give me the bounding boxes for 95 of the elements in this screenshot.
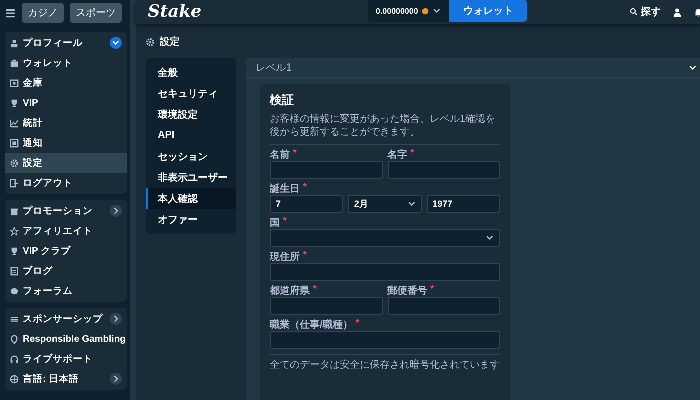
search-button[interactable]: 探す: [630, 5, 661, 19]
search-icon: [630, 8, 638, 16]
menu-item-icon: [10, 334, 19, 344]
card-title: 検証: [270, 92, 295, 109]
sidebar-item[interactable]: 金庫: [5, 73, 127, 93]
required-mark: *: [356, 318, 360, 331]
input-field[interactable]: [270, 161, 382, 179]
page-title: 設定: [160, 35, 180, 49]
settings-menu-item[interactable]: 全般: [146, 62, 236, 83]
input-field[interactable]: 7: [270, 195, 344, 213]
menu-item-icon: [10, 38, 19, 48]
sidebar-item[interactable]: Responsible Gambling: [5, 329, 127, 349]
settings-menu-item[interactable]: セキュリティ: [146, 83, 236, 104]
sidebar-item[interactable]: ライブサポート: [5, 349, 127, 369]
caret-icon: [433, 7, 442, 15]
sidebar-item[interactable]: ウォレット: [5, 53, 127, 73]
sidebar-item[interactable]: スポンサーシップ: [5, 309, 127, 329]
sidebar-item[interactable]: VIP クラブ: [5, 241, 127, 261]
settings-menu-item[interactable]: API: [146, 125, 236, 146]
chevron-icon: [112, 315, 120, 323]
sidebar-item[interactable]: 言語: 日本語: [5, 369, 127, 389]
security-note: 全てのデータは安全に保存され暗号化されています: [270, 358, 500, 372]
required-mark: *: [303, 182, 307, 195]
required-mark: *: [410, 148, 414, 161]
user-icon[interactable]: [673, 8, 682, 16]
field-label: 誕生日: [270, 182, 300, 195]
menu-item-icon: [10, 78, 19, 88]
category-tab[interactable]: カジノ: [22, 3, 64, 23]
sidebar-item[interactable]: 通知: [5, 133, 127, 153]
required-mark: *: [303, 250, 307, 263]
menu-item-icon: [10, 138, 19, 148]
menu-item-icon: [10, 226, 19, 236]
settings-menu-item[interactable]: 本人確認: [146, 188, 236, 209]
sidebar-item[interactable]: アフィリエイト: [5, 221, 127, 241]
field-label: 郵便番号: [388, 284, 428, 297]
required-mark: *: [430, 284, 434, 297]
menu-item-icon: [10, 286, 19, 296]
sidebar-item[interactable]: ブログ: [5, 261, 127, 281]
menu-item-icon: [10, 314, 19, 324]
settings-menu-item[interactable]: オファー: [146, 209, 236, 230]
select-field[interactable]: 2月: [348, 195, 422, 213]
required-mark: *: [293, 148, 297, 161]
sidebar-item[interactable]: 設定: [5, 153, 127, 173]
field-label: 都道府県: [270, 284, 310, 297]
field-label: 職業（仕事/職種）: [270, 318, 353, 331]
expand-toggle[interactable]: [110, 373, 122, 385]
sidebar-item[interactable]: プロモーション: [5, 201, 127, 221]
sidebar-item[interactable]: VIP: [5, 93, 127, 113]
expand-toggle[interactable]: [110, 205, 122, 217]
menu-item-icon: [10, 246, 19, 256]
menu-item-icon: [10, 374, 19, 384]
field-label: 名前: [270, 148, 290, 161]
field-label: 現住所: [270, 250, 300, 263]
settings-menu-item[interactable]: セッション: [146, 146, 236, 167]
menu-icon[interactable]: [5, 8, 16, 18]
input-field[interactable]: [270, 331, 500, 349]
select-field[interactable]: [270, 229, 500, 247]
menu-item-icon: [10, 158, 19, 168]
input-field[interactable]: [388, 297, 500, 315]
sidebar-item[interactable]: プロフィール: [5, 33, 127, 53]
expand-toggle[interactable]: [110, 37, 122, 49]
required-mark: *: [283, 216, 287, 229]
category-tab[interactable]: スポーツ: [70, 3, 122, 23]
logo[interactable]: Stake: [148, 2, 368, 22]
chevron-icon: [112, 375, 120, 383]
menu-item-icon: [10, 354, 19, 364]
field-label: 名字: [388, 148, 408, 161]
description-text: お客様の情報に変更があった場合、レベル1確認を後から更新することができます。: [270, 113, 497, 139]
input-field[interactable]: 1977: [426, 195, 500, 213]
required-mark: *: [313, 284, 317, 297]
caret-icon: [486, 234, 494, 242]
menu-item-icon: [10, 118, 19, 128]
settings-menu-item[interactable]: 環境設定: [146, 104, 236, 125]
chevron-icon: [689, 64, 697, 72]
menu-item-icon: [10, 58, 19, 68]
coin-icon: [422, 8, 430, 14]
sidebar-item[interactable]: 統計: [5, 113, 127, 133]
input-field[interactable]: [270, 263, 500, 281]
settings-menu-item[interactable]: 非表示ユーザー: [146, 167, 236, 188]
menu-item-icon: [10, 178, 19, 188]
sidebar-item[interactable]: ログアウト: [5, 173, 127, 193]
menu-item-icon: [10, 98, 19, 108]
menu-item-icon: [10, 266, 19, 276]
input-field[interactable]: [388, 161, 500, 179]
chevron-icon: [112, 39, 120, 47]
input-field[interactable]: [270, 297, 382, 315]
caret-icon: [408, 200, 416, 208]
sidebar-item[interactable]: フォーラム: [5, 281, 127, 301]
field-label: 国: [270, 217, 280, 229]
menu-item-icon: [10, 206, 19, 216]
chevron-icon: [112, 207, 120, 215]
wallet-button[interactable]: ウォレット: [449, 0, 528, 22]
expand-toggle[interactable]: [110, 313, 122, 325]
settings-icon: [146, 38, 155, 46]
balance-dropdown[interactable]: 0.00000000: [368, 0, 450, 22]
